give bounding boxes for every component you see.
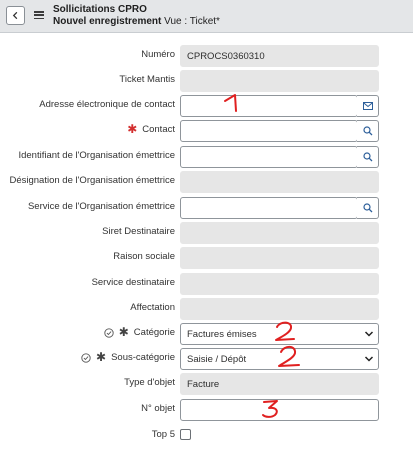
search-icon — [362, 126, 372, 136]
form-header: Sollicitations CPRO Nouvel enregistremen… — [0, 0, 413, 33]
top5-label: Top 5 — [151, 429, 175, 440]
siret-field — [180, 222, 379, 244]
n-objet-input[interactable] — [180, 399, 379, 421]
form-row-type-objet: Type d'objet Facture — [0, 373, 413, 395]
chevron-left-icon — [12, 11, 18, 20]
service-destinataire-field — [180, 273, 379, 295]
designation-org-field — [180, 171, 379, 193]
form-row-contact: ✱ Contact — [0, 120, 413, 142]
form-row-service-org: Service de l'Organisation émettrice — [0, 197, 413, 219]
identifiant-org-label: Identifiant de l'Organisation émettrice — [18, 150, 175, 161]
siret-label: Siret Destinataire — [102, 226, 175, 237]
form-row-identifiant-org: Identifiant de l'Organisation émettrice — [0, 146, 413, 168]
check-circle-icon — [104, 327, 114, 338]
service-destinataire-label: Service destinataire — [91, 277, 175, 288]
categorie-select[interactable]: Factures émises — [180, 323, 379, 345]
numero-label: Numéro — [141, 49, 175, 60]
sous-categorie-label: ✱ Sous-catégorie — [81, 350, 175, 364]
back-button[interactable] — [6, 6, 25, 25]
form-row-top5: Top 5 — [0, 425, 413, 447]
required-indicator: ✱ — [127, 122, 138, 136]
search-icon — [362, 152, 372, 162]
required-indicator: ✱ — [96, 350, 107, 364]
categorie-selected-value: Factures émises — [187, 328, 257, 340]
identifiant-org-lookup-button[interactable] — [357, 146, 379, 168]
chevron-down-icon — [364, 331, 374, 337]
numero-field: CPROCS0360310 — [180, 45, 379, 67]
type-objet-label: Type d'objet — [124, 377, 175, 388]
record-table-title: Sollicitations CPRO — [53, 4, 147, 15]
service-org-input[interactable] — [180, 197, 358, 219]
send-email-button[interactable] — [357, 95, 379, 117]
sous-categorie-select[interactable]: Saisie / Dépôt — [180, 348, 379, 370]
form-row-raison-sociale: Raison sociale — [0, 247, 413, 269]
form-row-ticket-mantis: Ticket Mantis — [0, 70, 413, 92]
n-objet-label: N° objet — [141, 403, 175, 414]
ticket-mantis-label: Ticket Mantis — [119, 74, 175, 85]
hamburger-menu-icon[interactable] — [34, 9, 44, 21]
contact-lookup-button[interactable] — [357, 120, 379, 142]
adresse-label: Adresse électronique de contact — [39, 99, 175, 110]
categorie-label-text: Catégorie — [133, 327, 175, 338]
record-subtitle: Nouvel enregistrement Vue : Ticket* — [53, 16, 220, 27]
service-org-lookup-button[interactable] — [357, 197, 379, 219]
top5-checkbox[interactable] — [180, 429, 191, 440]
contact-label: ✱ Contact — [127, 122, 175, 136]
form-row-categorie: ✱ Catégorie Factures émises — [0, 323, 413, 345]
form-row-adresse: Adresse électronique de contact — [0, 95, 413, 117]
check-circle-icon — [81, 352, 91, 363]
form-row-service-destinataire: Service destinataire — [0, 273, 413, 295]
envelope-icon — [362, 102, 373, 110]
affectation-field — [180, 298, 379, 320]
search-icon — [362, 203, 372, 213]
required-indicator: ✱ — [118, 325, 129, 339]
form-row-sous-categorie: ✱ Sous-catégorie Saisie / Dépôt — [0, 348, 413, 370]
sous-categorie-label-text: Sous-catégorie — [111, 352, 175, 363]
view-name: Vue : Ticket* — [164, 16, 220, 27]
form-row-numero: Numéro CPROCS0360310 — [0, 45, 413, 67]
record-subtitle-bold: Nouvel enregistrement — [53, 16, 162, 27]
form-row-siret: Siret Destinataire — [0, 222, 413, 244]
chevron-down-icon — [364, 356, 374, 362]
raison-sociale-field — [180, 247, 379, 269]
affectation-label: Affectation — [130, 302, 175, 313]
type-objet-field: Facture — [180, 373, 379, 395]
adresse-input[interactable] — [180, 95, 358, 117]
contact-label-text: Contact — [142, 124, 175, 135]
service-org-label: Service de l'Organisation émettrice — [27, 201, 175, 212]
sous-categorie-selected-value: Saisie / Dépôt — [187, 353, 247, 365]
ticket-mantis-field — [180, 70, 379, 92]
contact-input[interactable] — [180, 120, 358, 142]
form-row-designation-org: Désignation de l'Organisation émettrice — [0, 171, 413, 193]
identifiant-org-input[interactable] — [180, 146, 358, 168]
form-row-n-objet: N° objet — [0, 399, 413, 421]
raison-sociale-label: Raison sociale — [113, 251, 175, 262]
form-row-affectation: Affectation — [0, 298, 413, 320]
designation-org-label: Désignation de l'Organisation émettrice — [9, 175, 175, 186]
categorie-label: ✱ Catégorie — [104, 325, 175, 339]
